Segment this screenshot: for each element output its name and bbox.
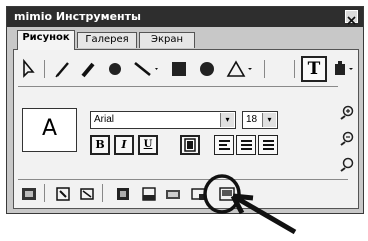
text-box-button[interactable] bbox=[180, 135, 200, 155]
text-tool-button[interactable]: T bbox=[301, 56, 327, 82]
triangle-icon[interactable] bbox=[226, 58, 256, 80]
ellipse-icon[interactable] bbox=[196, 58, 218, 80]
highlighter-icon[interactable] bbox=[78, 58, 100, 80]
text-preview: A bbox=[22, 108, 77, 152]
select-arrow-icon[interactable] bbox=[18, 58, 40, 80]
window-title: mimio Инструменты bbox=[14, 10, 141, 23]
stamp-icon[interactable] bbox=[332, 58, 358, 80]
font-value: Arial bbox=[94, 114, 115, 125]
underline-button[interactable]: U bbox=[138, 135, 158, 155]
zoom-reset-icon[interactable] bbox=[339, 156, 355, 172]
fill-icon[interactable] bbox=[54, 186, 72, 202]
text-icon: T bbox=[307, 59, 321, 79]
region-icon[interactable] bbox=[164, 186, 182, 202]
display-icon[interactable] bbox=[190, 186, 208, 202]
line-icon[interactable] bbox=[132, 58, 162, 80]
title-bar[interactable]: mimio Инструменты bbox=[7, 7, 363, 27]
preview-letter: A bbox=[41, 116, 58, 141]
toolbar-divider bbox=[18, 86, 338, 87]
toolbar-separator bbox=[102, 184, 103, 202]
toolbar-divider bbox=[18, 179, 348, 180]
drawing-toolbar: T bbox=[14, 54, 358, 84]
toolbar-separator bbox=[44, 60, 45, 78]
toolbar-separator bbox=[294, 60, 295, 78]
text-box-icon bbox=[184, 138, 196, 152]
zoom-in-icon[interactable] bbox=[339, 104, 355, 120]
font-size-select[interactable]: 18 ▾ bbox=[242, 111, 278, 129]
sticky-icon[interactable] bbox=[218, 186, 236, 202]
pen-icon[interactable] bbox=[52, 58, 74, 80]
font-size-value: 18 bbox=[246, 114, 258, 125]
eraser-icon[interactable] bbox=[104, 58, 126, 80]
chevron-down-icon[interactable]: ▾ bbox=[262, 113, 276, 127]
chevron-down-icon[interactable]: ▾ bbox=[220, 113, 234, 127]
close-icon bbox=[347, 16, 356, 25]
align-right-button[interactable] bbox=[258, 135, 278, 155]
tab-ekran[interactable]: Экран bbox=[139, 32, 195, 48]
mimio-tools-window: mimio Инструменты Рисунок Галерея Экран bbox=[6, 6, 364, 214]
drawing-panel: T A Arial ▾ 18 ▾ B I U bbox=[13, 49, 359, 209]
toolbar-separator bbox=[44, 184, 45, 202]
align-center-button[interactable] bbox=[236, 135, 256, 155]
screen-icon[interactable] bbox=[114, 186, 132, 202]
close-button[interactable] bbox=[345, 10, 358, 25]
toolbar-separator bbox=[264, 60, 265, 78]
outline-icon[interactable] bbox=[78, 186, 96, 202]
bold-button[interactable]: B bbox=[90, 135, 110, 155]
window-icon[interactable] bbox=[140, 186, 158, 202]
italic-button[interactable]: I bbox=[114, 135, 134, 155]
capture-icon[interactable] bbox=[20, 186, 38, 202]
bottom-toolbar bbox=[14, 181, 358, 208]
align-left-button[interactable] bbox=[214, 135, 234, 155]
zoom-out-icon[interactable] bbox=[339, 130, 355, 146]
tab-strip: Рисунок Галерея Экран bbox=[13, 30, 361, 50]
font-select[interactable]: Arial ▾ bbox=[90, 111, 236, 129]
tab-galereya[interactable]: Галерея bbox=[77, 32, 137, 48]
rectangle-icon[interactable] bbox=[168, 58, 190, 80]
tab-risunok[interactable]: Рисунок bbox=[17, 30, 75, 50]
